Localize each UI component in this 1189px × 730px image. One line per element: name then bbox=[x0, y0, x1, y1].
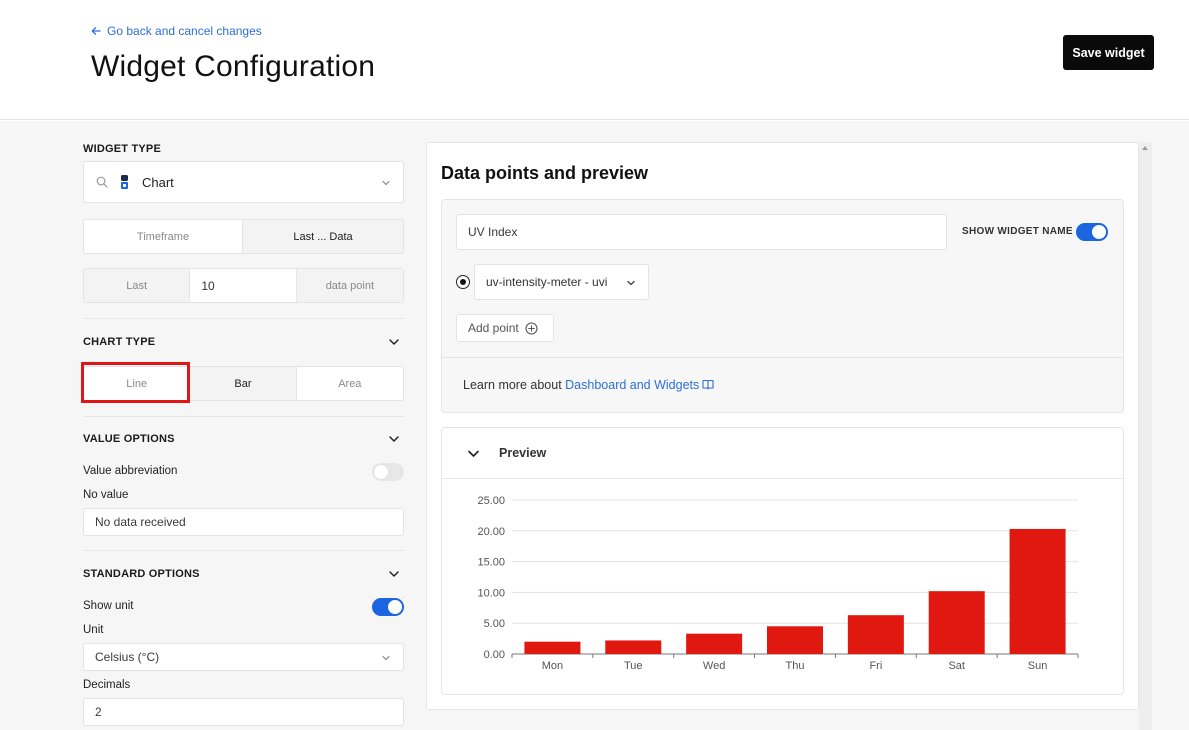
scroll-up-arrow-icon[interactable] bbox=[1142, 146, 1148, 150]
unit-label: Unit bbox=[83, 624, 104, 636]
last-data-row: Last 10 data point bbox=[83, 268, 404, 303]
data-source-tabs: Timeframe Last ... Data bbox=[83, 219, 404, 254]
toggle-knob bbox=[374, 465, 388, 479]
y-tick-label: 20.00 bbox=[477, 526, 505, 538]
content-area: WIDGET TYPE Chart Timeframe Last ... Dat… bbox=[0, 121, 1189, 730]
arrow-left-icon bbox=[91, 27, 101, 35]
chart-type-label: CHART TYPE bbox=[83, 336, 156, 348]
y-tick-label: 10.00 bbox=[477, 587, 505, 599]
back-link[interactable]: Go back and cancel changes bbox=[91, 24, 262, 38]
unit-value: Celsius (°C) bbox=[95, 650, 160, 664]
back-link-label: Go back and cancel changes bbox=[107, 24, 262, 38]
data-points-title: Data points and preview bbox=[441, 163, 649, 183]
decimals-input[interactable]: 2 bbox=[83, 698, 404, 726]
widget-name-input[interactable]: UV Index bbox=[456, 214, 947, 250]
y-tick-label: 15.00 bbox=[477, 557, 505, 569]
x-tick-label: Wed bbox=[703, 660, 725, 672]
divider bbox=[442, 357, 1123, 358]
save-widget-button[interactable]: Save widget bbox=[1063, 35, 1154, 70]
data-points-card: UV Index SHOW WIDGET NAME uv-intensity-m… bbox=[441, 199, 1124, 413]
value-options-label: VALUE OPTIONS bbox=[83, 433, 175, 445]
tab-last-data[interactable]: Last ... Data bbox=[243, 220, 403, 253]
y-tick-label: 0.00 bbox=[484, 649, 505, 661]
plus-circle-icon bbox=[525, 321, 538, 335]
preview-title: Preview bbox=[499, 446, 547, 460]
decimals-label: Decimals bbox=[83, 679, 131, 691]
value-abbreviation-toggle[interactable] bbox=[372, 463, 404, 481]
chevron-down-icon[interactable] bbox=[388, 568, 400, 580]
bar-chart: 0.00 5.00 10.00 15.00 20.00 25.00 Mon Tue Wed Thu… bbox=[477, 495, 1079, 672]
last-count-input[interactable]: 10 bbox=[190, 269, 297, 302]
last-suffix: data point bbox=[296, 269, 403, 302]
bar bbox=[1009, 528, 1066, 654]
scrollbar[interactable] bbox=[1139, 142, 1152, 730]
data-point-radio[interactable] bbox=[456, 275, 470, 289]
show-widget-name-toggle[interactable] bbox=[1076, 223, 1108, 241]
bar bbox=[767, 626, 823, 654]
add-point-label: Add point bbox=[468, 321, 519, 335]
preview-card: Preview 0.00 5.00 10.00 15.00 20.00 25.00 Mon T… bbox=[441, 427, 1124, 695]
chevron-down-icon bbox=[627, 280, 635, 286]
book-icon[interactable] bbox=[702, 379, 714, 390]
chevron-down-icon bbox=[382, 180, 390, 186]
divider bbox=[83, 318, 404, 319]
highlight-box bbox=[81, 362, 190, 403]
chevron-down-icon[interactable] bbox=[388, 336, 400, 348]
show-unit-toggle[interactable] bbox=[372, 598, 404, 616]
chevron-down-icon[interactable] bbox=[388, 433, 400, 445]
x-tick-label: Tue bbox=[624, 660, 643, 672]
show-widget-name-label: SHOW WIDGET NAME bbox=[962, 226, 1073, 237]
chevron-down-icon bbox=[382, 655, 390, 661]
chart-type-bar[interactable]: Bar bbox=[190, 367, 297, 400]
chart-type-area[interactable]: Area bbox=[297, 367, 403, 400]
no-value-input[interactable]: No data received bbox=[83, 508, 404, 536]
dashboard-widgets-link[interactable]: Dashboard and Widgets bbox=[565, 378, 699, 392]
toggle-knob bbox=[388, 600, 402, 614]
widget-type-label: WIDGET TYPE bbox=[83, 143, 161, 155]
show-unit-label: Show unit bbox=[83, 600, 134, 612]
chart-logo-icon bbox=[116, 173, 134, 191]
unit-select[interactable]: Celsius (°C) bbox=[83, 643, 404, 671]
search-icon bbox=[96, 176, 108, 188]
bar bbox=[524, 641, 581, 654]
bar bbox=[605, 640, 662, 654]
bar bbox=[686, 633, 743, 654]
widget-type-select[interactable]: Chart bbox=[83, 161, 404, 203]
x-tick-label: Mon bbox=[542, 660, 563, 672]
divider bbox=[83, 416, 404, 417]
x-tick-label: Sat bbox=[948, 660, 965, 672]
data-point-select[interactable]: uv-intensity-meter - uvi bbox=[474, 264, 649, 300]
learn-more-text: Learn more about Dashboard and Widgets bbox=[463, 378, 714, 392]
header: Go back and cancel changes Widget Config… bbox=[0, 0, 1189, 120]
no-value-label: No value bbox=[83, 489, 129, 501]
bar bbox=[847, 615, 904, 654]
x-tick-label: Sun bbox=[1028, 660, 1048, 672]
tab-timeframe[interactable]: Timeframe bbox=[84, 220, 243, 253]
y-tick-label: 5.00 bbox=[484, 618, 505, 630]
page-title: Widget Configuration bbox=[91, 50, 376, 83]
chevron-down-icon[interactable] bbox=[467, 447, 480, 460]
standard-options-label: STANDARD OPTIONS bbox=[83, 568, 200, 580]
add-point-button[interactable]: Add point bbox=[456, 314, 554, 342]
widget-type-value: Chart bbox=[142, 174, 174, 190]
preview-header[interactable]: Preview bbox=[442, 428, 1123, 479]
y-tick-label: 25.00 bbox=[477, 495, 505, 507]
divider bbox=[83, 550, 404, 551]
value-abbreviation-label: Value abbreviation bbox=[83, 465, 178, 477]
last-prefix: Last bbox=[84, 269, 191, 302]
x-tick-label: Thu bbox=[786, 660, 805, 672]
bar bbox=[928, 591, 985, 654]
x-tick-label: Fri bbox=[869, 660, 882, 672]
toggle-knob bbox=[1092, 225, 1106, 239]
data-point-value: uv-intensity-meter - uvi bbox=[486, 275, 608, 289]
learn-more-prefix: Learn more about bbox=[463, 378, 566, 392]
preview-panel: Data points and preview UV Index SHOW WI… bbox=[426, 142, 1139, 710]
